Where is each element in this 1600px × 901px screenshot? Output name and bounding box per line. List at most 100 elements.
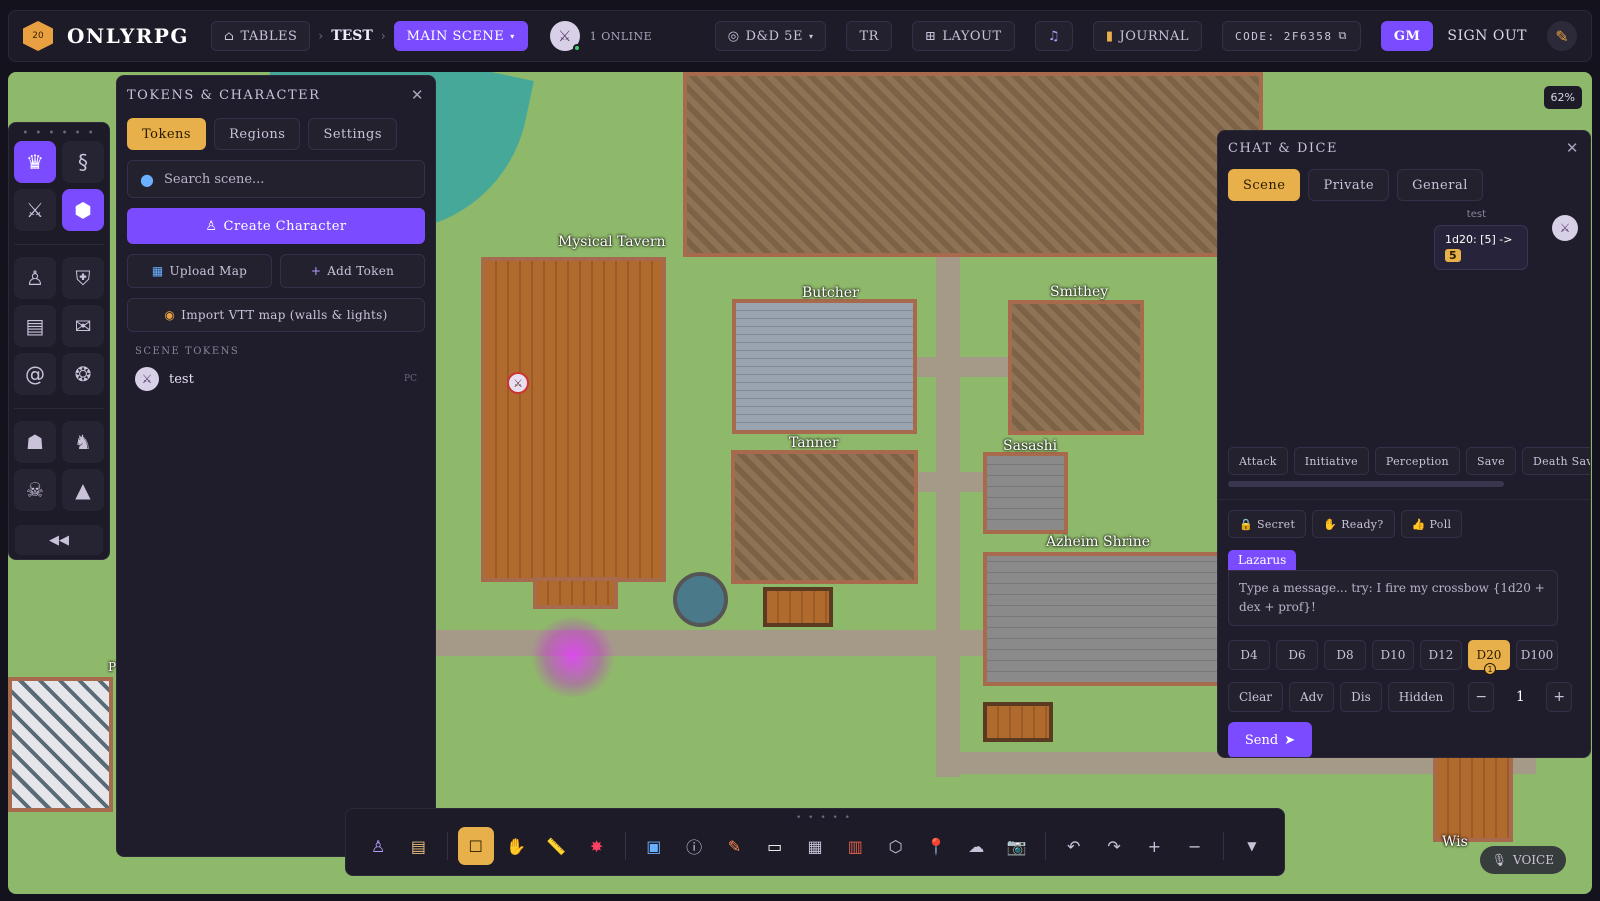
die-d20-button[interactable]: D20 1 [1468,640,1510,675]
journal-button[interactable]: ▮ JOURNAL [1092,21,1203,51]
shield-tool-button[interactable]: ⛨ [62,257,104,299]
tab-regions[interactable]: Regions [214,118,301,150]
death-save-button[interactable]: Death Sav [1521,447,1590,475]
map-label-tavern: Mysical Tavern [558,234,666,250]
compass-icon: ◉ [164,308,176,322]
brain-tool-button[interactable]: ❂ [62,353,104,395]
list-item[interactable]: ⚔ test PC [127,367,425,391]
book-tool-button[interactable]: ▤ [14,305,56,347]
dice-tool-button[interactable]: ⬢ [62,189,104,231]
upload-map-button[interactable]: ▦ Upload Map [127,254,272,288]
tab-tokens[interactable]: Tokens [127,118,207,150]
poll-button[interactable]: 👍 Poll [1400,510,1463,538]
initiative-button[interactable]: Initiative [1293,447,1369,475]
hood-tool-button[interactable]: ☗ [14,421,56,463]
search-input[interactable] [163,171,404,187]
scene-selector[interactable]: MAIN SCENE ▾ [393,21,528,51]
upload-map-label: Upload Map [169,264,248,278]
pin-tool[interactable]: 📍 [918,827,954,865]
zoom-out-button[interactable]: − [1177,827,1213,865]
message-input[interactable] [1239,579,1547,617]
notes-tool[interactable]: ▤ [400,827,436,865]
map-token-test[interactable]: ⚔ [507,372,529,394]
drag-handle[interactable]: • • • • • • [15,129,103,141]
dragon-tool-button[interactable]: ♞ [62,421,104,463]
gm-toggle[interactable]: GM [1380,21,1434,51]
increment-button[interactable]: + [1546,682,1573,712]
pan-tool[interactable]: ✋ [498,827,534,865]
disadvantage-button[interactable]: Dis [1340,682,1382,712]
zoom-in-button[interactable]: + [1136,827,1172,865]
info-tool[interactable]: ⓘ [676,827,712,865]
die-d6-button[interactable]: D6 [1276,640,1318,670]
perception-button[interactable]: Perception [1374,447,1460,475]
secret-toggle[interactable]: 🔒 Secret [1228,510,1307,538]
eraser-tool[interactable]: ▭ [757,827,793,865]
crossed-swords-icon: ⚔ [1559,221,1571,235]
measure-tool[interactable]: 📏 [538,827,574,865]
wizard-hat-tool-button[interactable]: ▲ [62,469,104,511]
ready-check-button[interactable]: ✋ Ready? [1312,510,1395,538]
die-d4-button[interactable]: D4 [1228,640,1270,670]
speaking-as-character[interactable]: Lazarus [1228,550,1297,570]
grid-tool[interactable]: ▦ [797,827,833,865]
fog-tool[interactable]: ☁ [958,827,994,865]
tab-settings[interactable]: Settings [308,118,398,150]
camera-tool[interactable]: 📷 [998,827,1034,865]
add-token-button[interactable]: + Add Token [280,254,425,288]
die-d8-button[interactable]: D8 [1324,640,1366,670]
create-character-button[interactable]: ♙ Create Character [127,208,425,244]
die-d12-button[interactable]: D12 [1420,640,1462,670]
tab-scene[interactable]: Scene [1228,169,1301,201]
sign-out-button[interactable]: SIGN OUT [1447,28,1527,44]
collapse-toolbar-button[interactable]: ▼ [1234,827,1270,865]
voice-button[interactable]: 🎙 VOICE [1479,846,1566,874]
scroll-tool-button[interactable]: § [62,141,104,183]
room-code-button[interactable]: CODE: 2F6358 ⧉ [1222,21,1361,51]
attack-button[interactable]: Attack [1228,447,1288,475]
character-sheet-tool[interactable]: ♙ [360,827,396,865]
edit-profile-button[interactable]: ✎ [1547,21,1577,51]
user-avatar[interactable]: ⚔ [549,21,581,52]
pencil-icon: ✎ [1555,26,1569,46]
save-button[interactable]: Save [1465,447,1516,475]
die-d100-button[interactable]: D100 [1516,640,1558,670]
polygon-tool[interactable]: ⬡ [877,827,913,865]
select-tool[interactable]: ☐ [457,827,494,865]
decrement-button[interactable]: − [1468,682,1495,712]
draw-tool[interactable]: ✎ [716,827,752,865]
combat-tool-button[interactable]: ⚔ [14,189,56,231]
collapse-sidebar-button[interactable]: ◀◀ [15,525,103,555]
music-button[interactable]: ♫ [1034,21,1073,51]
select-box-icon: ☐ [468,836,483,856]
import-vtt-button[interactable]: ◉ Import VTT map (walls & lights) [127,298,425,332]
game-system-selector[interactable]: ◎ D&D 5E ▾ [714,21,827,51]
grid-icon: ⊞ [924,28,937,44]
character-tool-button[interactable]: ♙ [14,257,56,299]
send-button[interactable]: Send ➤ [1228,722,1312,757]
redo-button[interactable]: ↷ [1096,827,1132,865]
wall-tool[interactable]: ▥ [837,827,873,865]
undo-button[interactable]: ↶ [1056,827,1092,865]
clear-button[interactable]: Clear [1228,682,1284,712]
image-tool[interactable]: ▣ [636,827,672,865]
skull-tool-button[interactable]: ☠ [14,469,56,511]
notes-tool-button[interactable]: ✉ [62,305,104,347]
tab-private[interactable]: Private [1308,169,1390,201]
hidden-roll-button[interactable]: Hidden [1387,682,1455,712]
tr-button[interactable]: TR [846,21,892,51]
layout-button[interactable]: ⊞ LAYOUT [911,21,1015,51]
ping-tool[interactable]: ✸ [578,827,614,865]
close-icon[interactable]: ✕ [1566,139,1580,157]
tables-button[interactable]: ⌂ TABLES [211,21,311,51]
token-tool-button[interactable]: ♛ [14,141,56,183]
breadcrumb-table[interactable]: TEST [331,28,373,44]
close-icon[interactable]: ✕ [411,86,425,104]
advantage-button[interactable]: Adv [1289,682,1335,712]
tab-general[interactable]: General [1397,169,1483,201]
spiral-tool-button[interactable]: @ [14,353,56,395]
die-d10-button[interactable]: D10 [1372,640,1414,670]
horizontal-scrollbar[interactable] [1228,481,1504,487]
drag-handle[interactable]: • • • • • [796,813,852,823]
app-logo[interactable]: ONLYRPG [67,24,189,48]
